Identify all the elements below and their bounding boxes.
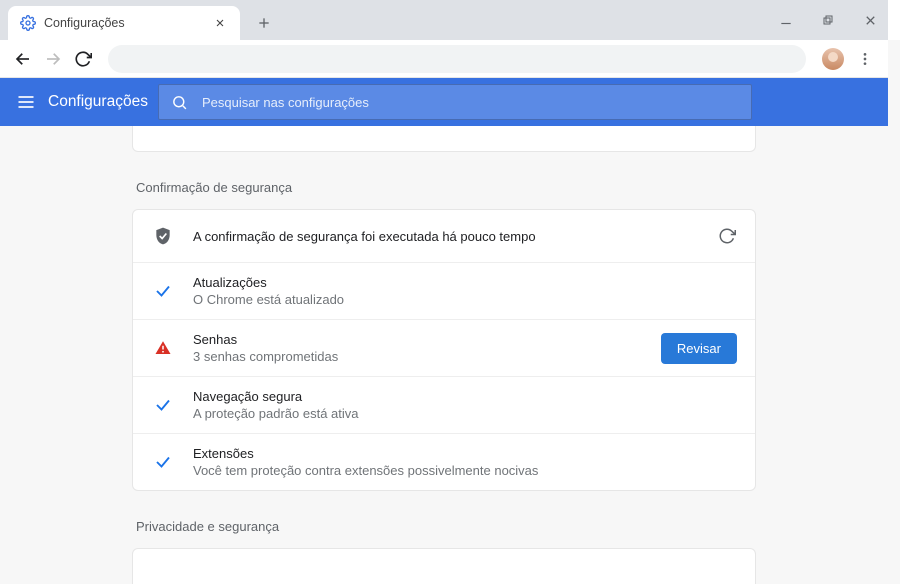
- reload-button[interactable]: [68, 44, 98, 74]
- extensions-title: Extensões: [193, 446, 737, 461]
- updates-title: Atualizações: [193, 275, 737, 290]
- settings-header: Configurações: [0, 78, 888, 126]
- check-icon: [151, 396, 175, 414]
- previous-card-stub: [132, 126, 756, 152]
- gear-icon: [20, 15, 36, 31]
- new-tab-button[interactable]: [250, 9, 278, 37]
- extensions-sub: Você tem proteção contra extensões possi…: [193, 463, 737, 478]
- safe-browsing-title: Navegação segura: [193, 389, 737, 404]
- warning-icon: [151, 339, 175, 357]
- extensions-row[interactable]: Extensões Você tem proteção contra exten…: [133, 433, 755, 490]
- profile-avatar[interactable]: [822, 48, 844, 70]
- check-icon: [151, 282, 175, 300]
- tab-title: Configurações: [44, 16, 212, 30]
- window-minimize-button[interactable]: [774, 8, 798, 32]
- passwords-row[interactable]: Senhas 3 senhas comprometidas Revisar: [133, 319, 755, 376]
- search-input[interactable]: [202, 95, 739, 110]
- updates-row[interactable]: Atualizações O Chrome está atualizado: [133, 262, 755, 319]
- updates-sub: O Chrome está atualizado: [193, 292, 737, 307]
- tab-strip: Configurações: [0, 0, 888, 40]
- section-title-safety: Confirmação de segurança: [136, 180, 756, 195]
- nav-back-button[interactable]: [8, 44, 38, 74]
- check-icon: [151, 453, 175, 471]
- safety-overall-text: A confirmação de segurança foi executada…: [193, 229, 717, 244]
- safety-check-card: A confirmação de segurança foi executada…: [132, 209, 756, 491]
- passwords-sub: 3 senhas comprometidas: [193, 349, 661, 364]
- search-box[interactable]: [158, 84, 752, 120]
- close-tab-icon[interactable]: [212, 15, 228, 31]
- active-tab[interactable]: Configurações: [8, 6, 240, 40]
- window-restore-button[interactable]: [816, 8, 840, 32]
- toolbar-row: [0, 40, 888, 78]
- content-area: Confirmação de segurança A confirmação d…: [0, 126, 888, 584]
- review-passwords-button[interactable]: Revisar: [661, 333, 737, 364]
- window-close-button[interactable]: [858, 8, 882, 32]
- safe-browsing-sub: A proteção padrão está ativa: [193, 406, 737, 421]
- page-title: Configurações: [48, 93, 148, 111]
- privacy-card-top: [132, 548, 756, 584]
- safety-overall-row: A confirmação de segurança foi executada…: [133, 210, 755, 262]
- safe-browsing-row[interactable]: Navegação segura A proteção padrão está …: [133, 376, 755, 433]
- section-title-privacy: Privacidade e segurança: [136, 519, 756, 534]
- address-bar[interactable]: [108, 45, 806, 73]
- menu-icon[interactable]: [14, 90, 38, 114]
- passwords-title: Senhas: [193, 332, 661, 347]
- scrollbar[interactable]: [888, 40, 900, 584]
- nav-forward-button[interactable]: [38, 44, 68, 74]
- shield-icon: [151, 226, 175, 246]
- rerun-safety-check-button[interactable]: [717, 226, 737, 246]
- search-icon: [171, 94, 188, 111]
- browser-menu-button[interactable]: [850, 44, 880, 74]
